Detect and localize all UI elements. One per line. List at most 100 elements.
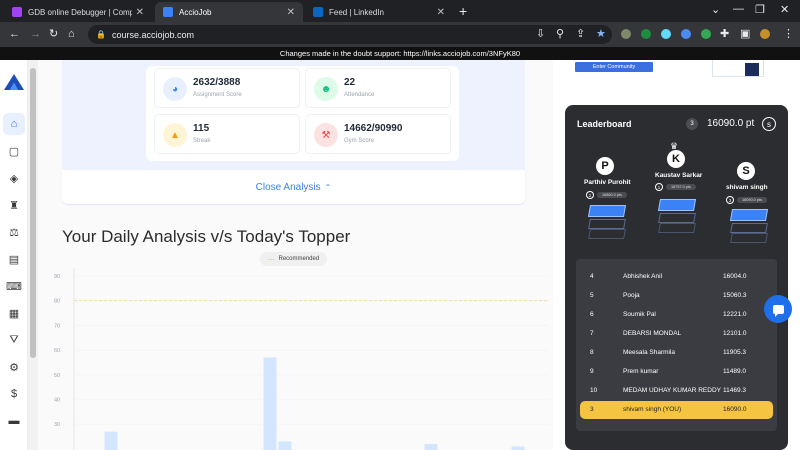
extensions-puzzle-icon[interactable]: ✚ [720,27,729,41]
main-content: ◕ 2632/3888 Assignment Score ☻ 22 Attend… [38,60,553,450]
page-scrollbar[interactable] [28,60,38,450]
extension-tree-icon[interactable] [641,29,651,39]
row-score: 12101.0 [723,330,747,337]
forward-icon[interactable]: → [30,27,41,41]
profile-avatar[interactable] [760,29,770,39]
layers-icon[interactable]: ◈ [6,170,22,186]
chevron-up-icon: ⌃ [324,182,332,192]
dumbbell-icon: ⚒ [314,123,338,147]
reload-icon[interactable]: ↻ [49,27,58,41]
podium-badge: 1 18757.0 pts [655,183,696,191]
y-tick-label: 30 [54,422,60,428]
list-item[interactable]: 4 Abhishek Anil 16004.0 [580,268,773,286]
avatar[interactable]: S [737,162,755,180]
back-icon[interactable]: ← [9,27,20,41]
acciojob-logo-icon[interactable] [4,74,24,90]
bookmark-star-icon[interactable]: ★ [596,27,606,41]
leaderboard-card: Leaderboard 3 16090.0 pt s P Parthiv Pur… [565,105,788,450]
list-item[interactable]: 5 Pooja 15060.3 [580,287,773,305]
row-rank: 4 [590,273,594,280]
trophy-icon[interactable]: ♜ [6,197,22,213]
close-tab-icon[interactable]: ✕ [287,7,295,18]
chart-bar[interactable] [278,441,292,450]
chat-support-button[interactable] [764,295,792,323]
y-tick-label: 40 [54,398,60,404]
close-tab-icon[interactable]: ✕ [437,7,445,18]
stats-grid: ◕ 2632/3888 Assignment Score ☻ 22 Attend… [146,66,459,161]
chip-label: Recommended [278,256,320,262]
list-item[interactable]: 6 Soumik Pal 12221.0 [580,306,773,324]
podium-mid [658,213,696,223]
briefcase-icon[interactable]: ▬ [6,413,22,429]
tab-acciojob[interactable]: AccioJob ✕ [155,2,303,22]
new-tab-button[interactable]: + [459,2,467,20]
podium-block [587,205,627,239]
address-bar[interactable]: 🔒 course.acciojob.com [88,25,612,44]
settings-icon[interactable]: ⚙ [6,359,22,375]
dumbbell-icon[interactable]: ⚖ [6,224,22,240]
list-item[interactable]: 10 MEDAM UDHAY KUMAR REDDY 11469.3 [580,382,773,400]
minimize-icon[interactable]: — [733,3,744,15]
avatar[interactable]: P [596,157,614,175]
list-item[interactable]: 8 Meesala Sharmila 11905.3 [580,344,773,362]
restore-icon[interactable]: ❐ [755,3,765,16]
podium-name: shivam singh [726,184,768,191]
menu-icon[interactable]: ⋮ [783,27,794,41]
left-sidebar: ⌂ ▢ ◈ ♜ ⚖ ▤ ⌨ ▦ ⛛ ⚙ $ ▬ [0,60,28,450]
tab-search-icon[interactable]: ⌄ [711,3,720,16]
community-icon[interactable]: ⛛ [6,332,22,348]
dollar-icon[interactable]: $ [6,386,22,402]
avatar[interactable]: K [667,150,685,168]
ranking-list: 4 Abhishek Anil 16004.0 5 Pooja 15060.3 … [576,259,777,431]
scrollbar-thumb[interactable] [30,68,36,358]
chart-bar[interactable] [511,446,525,450]
row-name: MEDAM UDHAY KUMAR REDDY [623,387,721,394]
chart-bar[interactable] [104,431,118,450]
extension-icon[interactable] [701,29,711,39]
zoom-icon[interactable]: ⚲ [556,27,564,41]
chart-bar[interactable] [263,357,277,450]
list-item[interactable]: 7 DEBARSI MONDAL 12101.0 [580,325,773,343]
gdb-favicon-icon [12,7,22,17]
home-icon[interactable]: ⌂ [3,113,25,135]
close-tab-icon[interactable]: ✕ [136,7,144,18]
stat-value: 115 [193,123,210,134]
install-app-icon[interactable]: ⇩ [536,27,545,41]
close-window-icon[interactable]: ✕ [780,3,789,16]
chart-bar[interactable] [424,443,438,450]
row-name: Meesala Sharmila [623,349,676,356]
my-rank-row[interactable]: 3 shivam singh (YOU) 16090.0 [580,401,773,419]
calendar-icon[interactable]: ▦ [6,305,22,321]
pie-chart-icon: ◕ [163,77,187,101]
y-tick-label: 80 [54,299,60,305]
home-icon[interactable]: ⌂ [68,27,75,41]
illustration-block [745,63,759,76]
recommended-chip[interactable]: .... Recommended [260,252,327,266]
extension-icon[interactable] [621,29,631,39]
extension-icon[interactable] [681,29,691,39]
side-panel-icon[interactable]: ▣ [740,27,750,41]
extension-react-icon[interactable] [661,29,671,39]
podium-points: 16090.0 pts [737,197,767,203]
document-icon[interactable]: ▤ [6,251,22,267]
row-rank: 6 [590,311,594,318]
row-rank: 10 [590,387,598,394]
book-icon[interactable]: ▢ [6,143,22,159]
share-icon[interactable]: ⇪ [576,27,585,41]
list-item[interactable]: 9 Prem kumar 11489.0 [580,363,773,381]
leaderboard-s-button[interactable]: s [762,117,776,131]
notice-bar[interactable]: Changes made in the doubt support: https… [0,47,800,60]
row-rank: 8 [590,349,594,356]
code-icon[interactable]: ⌨ [6,278,22,294]
stat-value: 2632/3888 [193,77,241,88]
stat-label: Attendance [344,92,375,98]
podium-block [729,209,769,243]
row-score: 11905.3 [723,349,747,356]
tab-linkedin[interactable]: Feed | LinkedIn ✕ [305,2,453,22]
row-score: 16004.0 [723,273,747,280]
enter-community-button[interactable]: Enter Community [575,62,653,72]
tab-gdb[interactable]: GDB online Debugger | Compiler ✕ [4,2,152,22]
close-analysis-button[interactable]: Close Analysis ⌃ [62,170,525,204]
stat-label: Assignment Score [193,92,242,98]
right-panel: Enter Community Leaderboard 3 16090.0 pt… [553,60,800,450]
